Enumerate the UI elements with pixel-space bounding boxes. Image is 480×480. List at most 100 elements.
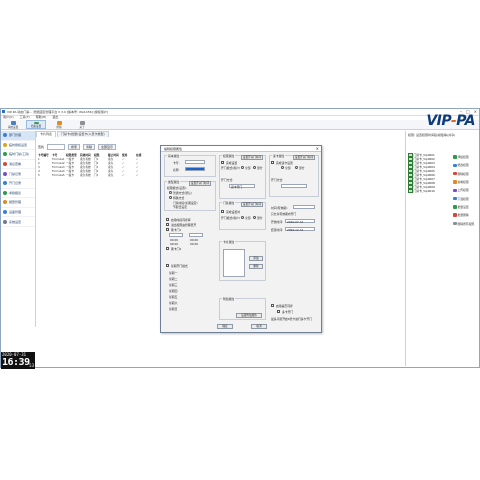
- basic-group: 基本属性: [164, 154, 216, 177]
- radio-part[interactable]: [253, 166, 256, 169]
- filter-input[interactable]: [47, 144, 66, 150]
- sidebar-item-temp-door[interactable]: 临时门禁(工具): [1, 150, 35, 160]
- toolbar-button-about[interactable]: 关于: [72, 120, 92, 129]
- search-button[interactable]: 搜索: [68, 144, 81, 150]
- radio-part[interactable]: [253, 216, 256, 219]
- batch-set-button[interactable]: 批量设置: [453, 203, 480, 211]
- window-title: VIP-PA 动态门禁... 智能园区管理平台 V 3.0 [版本号: WA14…: [7, 110, 108, 114]
- sync-checkbox[interactable]: [271, 304, 274, 307]
- clear-all-icon: [453, 221, 457, 226]
- permission-panel: 权限: 设置权限时间段/模板等(共享) 门禁卡_Vip0001 门禁卡_Vip0…: [405, 131, 480, 366]
- mode-label: 权限模式(设置):: [167, 186, 187, 190]
- set-time-button[interactable]: 设置开关门时间: [189, 181, 211, 186]
- edit-permission-button[interactable]: 修改权限: [453, 161, 480, 169]
- delete-permission-button[interactable]: 删除权限: [453, 170, 480, 178]
- upload-permission-button[interactable]: 上传权限: [453, 186, 480, 194]
- card-table: 卡号编号 卡号 权限类型 有效时间 权限 截止时间 使用 在线 1 Formula1 一般卡 永久有…: [38, 153, 168, 177]
- tab-card-list[interactable]: 卡片列表: [36, 131, 57, 137]
- sidebar-item-open-records[interactable]: 开门记录: [1, 179, 35, 189]
- radio-special[interactable]: [169, 196, 172, 199]
- week-mode-checkbox[interactable]: [166, 264, 169, 267]
- cancel-button[interactable]: 取消: [251, 324, 267, 329]
- card-no-field[interactable]: [185, 160, 205, 164]
- sidebar-item-attendance[interactable]: 考勤报表: [1, 189, 35, 199]
- show-all-button[interactable]: 全部显示: [98, 144, 117, 150]
- card-add-button[interactable]: 添加: [249, 256, 263, 261]
- card-listbox[interactable]: [223, 249, 245, 277]
- week-row: 星期一: [169, 271, 178, 275]
- delete-all-button[interactable]: 删除所有权限: [453, 219, 480, 227]
- multi-card-note: 最多只能开启4张卡进行多卡开门: [271, 317, 312, 321]
- records-icon: [3, 171, 7, 176]
- week-row: 星期四: [169, 289, 178, 293]
- option-checkbox[interactable]: [166, 247, 169, 250]
- checkbox[interactable]: [408, 188, 413, 194]
- batch-delete-icon: [453, 213, 457, 217]
- reader-open-select[interactable]: [281, 184, 307, 188]
- confirm-button[interactable]: 确定: [217, 324, 233, 329]
- sidebar-item-department[interactable]: 部门管理: [1, 131, 35, 141]
- clock-time: 16:39: [2, 357, 30, 368]
- table-row[interactable]: 5 Formula5 一般卡 永久有效 门1 永久 ✓ ✓: [38, 173, 168, 177]
- toolbar-button-system[interactable]: 系统设置: [3, 120, 23, 129]
- access-enable-checkbox[interactable]: [221, 161, 224, 164]
- sidebar-item-door-records[interactable]: 门禁记录: [1, 169, 35, 179]
- access-set-button[interactable]: 设置开关门时间: [241, 155, 263, 160]
- copy-permission-button[interactable]: 复制权限: [453, 178, 480, 186]
- download-permission-button[interactable]: 下载权限: [453, 194, 480, 202]
- permission-actions: 添加权限 修改权限 删除权限 复制权限 上传权限 下载权限 批量设置 批量删除 …: [453, 153, 480, 228]
- name-field[interactable]: [185, 167, 205, 171]
- temp-door-icon: [3, 152, 7, 157]
- attendance-icon: [3, 190, 7, 195]
- option-checkbox[interactable]: [166, 223, 169, 226]
- dialog-title: 编辑权限属性: [164, 147, 183, 151]
- filter-label: 查找: [38, 145, 45, 149]
- option-checkbox[interactable]: [166, 228, 169, 231]
- sidebar-item-alarm[interactable]: 报警管理: [1, 198, 35, 208]
- alarm-icon: [3, 200, 7, 205]
- tab-bar: 卡片列表 门禁卡(批量)设置卡(人员卡类型): [36, 131, 109, 137]
- add-icon: [453, 155, 457, 159]
- radio-all[interactable]: [281, 166, 284, 169]
- sidebar-item-settings[interactable]: 系统设置: [1, 217, 35, 227]
- reader-checkbox[interactable]: [271, 161, 274, 164]
- week-row: 星期五: [169, 295, 178, 299]
- multi-card-checkbox[interactable]: [277, 310, 280, 313]
- toolbar-button-help[interactable]: 帮助: [49, 120, 69, 129]
- radio-all[interactable]: [241, 166, 244, 169]
- radio-part[interactable]: [295, 166, 298, 169]
- door-checkbox[interactable]: [221, 210, 224, 213]
- toolbar-button-archive[interactable]: 档案设置: [26, 120, 46, 129]
- edit-permission-dialog: 编辑权限属性 × 基本属性 卡号: 名称: 类型属性 设置开关门时间 权限模式(…: [160, 145, 322, 333]
- batch-icon: [453, 205, 457, 209]
- radio-all[interactable]: [241, 216, 244, 219]
- add-permission-button[interactable]: 添加权限: [453, 153, 480, 161]
- sidebar-item-temp-auth[interactable]: 临时授权设置: [1, 141, 35, 151]
- edit-icon: [453, 163, 457, 168]
- time-field[interactable]: [169, 233, 183, 237]
- apply-extra-button[interactable]: 设置附加属性: [236, 313, 262, 318]
- clear-button[interactable]: 清除: [83, 144, 96, 150]
- period-field[interactable]: [293, 205, 315, 209]
- delete-icon: [453, 171, 457, 176]
- dialog-title-bar: 编辑权限属性 ×: [161, 146, 321, 152]
- reader-set-button[interactable]: 设置开关门时间: [293, 155, 315, 160]
- time-field[interactable]: [189, 233, 203, 237]
- week-row: 星期三: [169, 283, 178, 287]
- option-checkbox[interactable]: [166, 218, 169, 221]
- list-item[interactable]: 门禁卡_Vip0010: [408, 188, 448, 194]
- copy-icon: [453, 180, 457, 184]
- device-icon: [3, 210, 7, 215]
- filter-bar: 查找 搜索 清除 全部显示: [38, 144, 117, 150]
- temp-auth-icon: [3, 142, 7, 147]
- close-icon[interactable]: ×: [316, 146, 319, 151]
- radio-normal[interactable]: [169, 191, 172, 194]
- tab-card-batch[interactable]: 门禁卡(批量)设置卡(人员卡类型): [57, 131, 109, 137]
- sidebar-item-device[interactable]: 设备管理: [1, 208, 35, 218]
- door-set-button[interactable]: 设置开关门时间: [241, 202, 263, 207]
- permission-list: 门禁卡_Vip0001 门禁卡_Vip0002 门禁卡_Vip0003 门禁卡_…: [408, 152, 448, 194]
- card-no-label: 卡号:: [173, 161, 180, 165]
- card-delete-button[interactable]: 删除: [249, 264, 263, 269]
- batch-delete-button[interactable]: 批量删除: [453, 211, 480, 219]
- sidebar-item-messages[interactable]: 消息查看: [1, 160, 35, 170]
